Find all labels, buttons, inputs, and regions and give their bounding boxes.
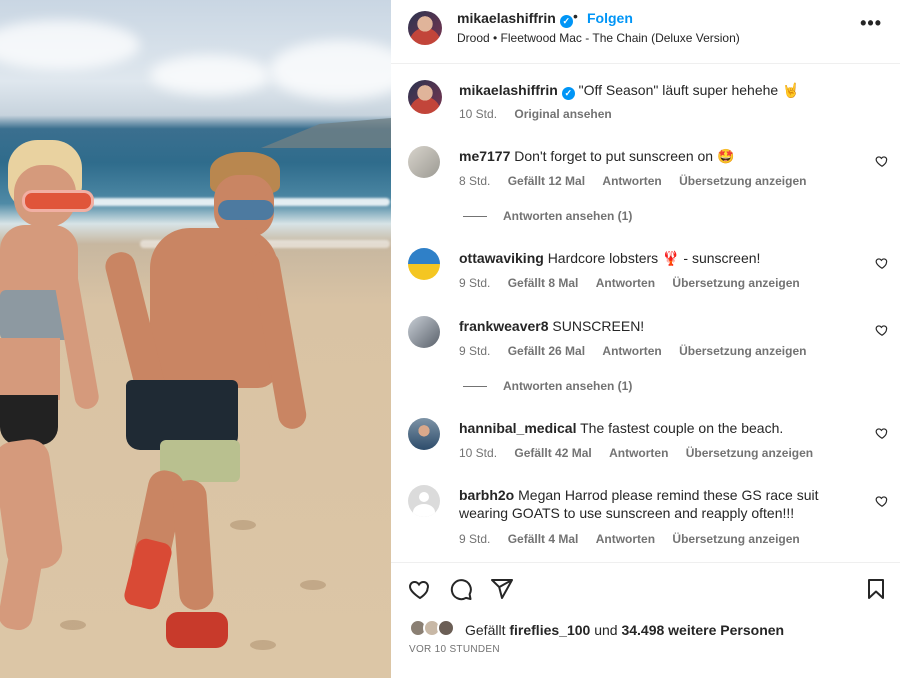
author-username-text[interactable]: mikaelashiffrin [457, 10, 556, 26]
post-actions [391, 562, 900, 678]
comment-heart-icon[interactable] [875, 154, 889, 168]
comment-username[interactable]: barbh2o [459, 487, 514, 503]
view-replies-button[interactable]: Antworten ansehen (1) [463, 209, 632, 223]
comment-meta: 8 Std. Gefällt 12 Mal Antworten Übersetz… [459, 174, 820, 188]
replies-line [463, 386, 487, 388]
see-original-link[interactable]: Original ansehen [514, 107, 611, 121]
comment-avatar[interactable] [408, 418, 440, 450]
footprint [60, 620, 86, 630]
view-replies-label[interactable]: Antworten ansehen (1) [503, 209, 632, 223]
post-timestamp: VOR 10 STUNDEN [409, 644, 500, 655]
comment-time: 9 Std. [459, 344, 491, 358]
comment-heart-icon[interactable] [875, 256, 889, 270]
avatar-body [413, 504, 435, 517]
audio-track[interactable]: Drood • Fleetwood Mac - The Chain (Delux… [457, 31, 740, 45]
bookmark-icon[interactable] [864, 577, 888, 601]
liker-username[interactable]: fireflies_100 [509, 622, 590, 638]
translate-button[interactable]: Übersetzung anzeigen [672, 276, 799, 290]
comment-username[interactable]: hannibal_medical [459, 420, 576, 436]
comment-avatar[interactable] [408, 146, 440, 178]
likes-summary[interactable]: Gefällt fireflies_100 und 34.498 weitere… [465, 622, 784, 638]
comment-body: Don't forget to put sunscreen on 🤩 [514, 148, 735, 164]
cloud [150, 55, 270, 95]
translate-button[interactable]: Übersetzung anzeigen [679, 344, 806, 358]
caption-meta: 10 Std. Original ansehen [459, 107, 626, 121]
reply-button[interactable]: Antworten [596, 532, 655, 546]
caption-avatar[interactable] [408, 80, 442, 114]
view-replies-label[interactable]: Antworten ansehen (1) [503, 379, 632, 393]
view-replies-button[interactable]: Antworten ansehen (1) [463, 379, 632, 393]
comment-likes[interactable]: Gefällt 12 Mal [508, 174, 585, 188]
translate-button[interactable]: Übersetzung anzeigen [686, 446, 813, 460]
comment-likes[interactable]: Gefällt 42 Mal [514, 446, 591, 460]
reply-button[interactable]: Antworten [602, 174, 661, 188]
comment-body: SUNSCREEN! [552, 318, 645, 334]
comment-likes[interactable]: Gefällt 8 Mal [508, 276, 579, 290]
more-options-icon[interactable]: ••• [860, 13, 882, 34]
liker-avatar [437, 619, 455, 637]
comment-heart-icon[interactable] [875, 323, 889, 337]
comment-meta: 9 Std. Gefällt 4 Mal Antworten Übersetzu… [459, 532, 814, 546]
cloud [270, 40, 391, 100]
likes-count[interactable]: 34.498 weitere Personen [621, 622, 784, 638]
post-header: mikaelashiffrin ✓ • Folgen Drood • Fleet… [391, 0, 900, 64]
comment-username[interactable]: ottawaviking [459, 250, 544, 266]
comment-time: 10 Std. [459, 446, 498, 460]
reply-button[interactable]: Antworten [609, 446, 668, 460]
post-media-photo[interactable] [0, 0, 391, 678]
footprint [300, 580, 326, 590]
cloud [0, 20, 140, 70]
comment-time: 9 Std. [459, 532, 491, 546]
comment-meta: 9 Std. Gefällt 26 Mal Antworten Übersetz… [459, 344, 820, 358]
translate-button[interactable]: Übersetzung anzeigen [679, 174, 806, 188]
comment-meta: 10 Std. Gefällt 42 Mal Antworten Überset… [459, 446, 827, 460]
comment-heart-icon[interactable] [875, 426, 889, 440]
verified-badge-icon: ✓ [561, 87, 575, 100]
comment-icon[interactable] [449, 577, 473, 601]
comment-text: barbh2o Megan Harrod please remind these… [459, 486, 839, 522]
post-panel: mikaelashiffrin ✓ • Folgen Drood • Fleet… [391, 0, 900, 678]
replies-line [463, 216, 487, 218]
comment-time: 8 Std. [459, 174, 491, 188]
comment-meta: 9 Std. Gefällt 8 Mal Antworten Übersetzu… [459, 276, 814, 290]
comment-text: me7177 Don't forget to put sunscreen on … [459, 147, 839, 165]
mountain [261, 118, 391, 148]
separator-dot: • [573, 8, 578, 24]
share-icon[interactable] [490, 577, 514, 601]
author-username[interactable]: mikaelashiffrin ✓ [457, 10, 573, 28]
comment-heart-icon[interactable] [875, 494, 889, 508]
comment-avatar[interactable] [408, 248, 440, 280]
comment-text: frankweaver8 SUNSCREEN! [459, 317, 839, 335]
comment-avatar[interactable] [408, 316, 440, 348]
comment-likes[interactable]: Gefällt 4 Mal [508, 532, 579, 546]
comment-text: ottawaviking Hardcore lobsters 🦞 - sunsc… [459, 249, 839, 267]
avatar-head [419, 492, 429, 502]
caption-body: "Off Season" läuft super hehehe 🤘 [578, 82, 800, 98]
comment-likes[interactable]: Gefällt 26 Mal [508, 344, 585, 358]
likes-and: und [594, 622, 618, 638]
comment-username[interactable]: frankweaver8 [459, 318, 549, 334]
comment-body: The fastest couple on the beach. [580, 420, 784, 436]
reply-button[interactable]: Antworten [602, 344, 661, 358]
comments-list[interactable]: mikaelashiffrin ✓ "Off Season" läuft sup… [391, 64, 900, 562]
default-avatar-icon[interactable] [408, 485, 440, 517]
comment-time: 9 Std. [459, 276, 491, 290]
follow-button[interactable]: Folgen [587, 10, 633, 26]
comment-text: hannibal_medical The fastest couple on t… [459, 419, 839, 437]
reply-button[interactable]: Antworten [596, 276, 655, 290]
verified-badge-icon: ✓ [559, 15, 573, 28]
footprint [230, 520, 256, 530]
comment-body: Hardcore lobsters 🦞 - sunscreen! [547, 250, 761, 266]
comment-username[interactable]: me7177 [459, 148, 510, 164]
caption-username[interactable]: mikaelashiffrin [459, 82, 558, 98]
footprint [250, 640, 276, 650]
author-avatar[interactable] [408, 11, 442, 45]
heart-icon[interactable] [408, 577, 432, 601]
translate-button[interactable]: Übersetzung anzeigen [672, 532, 799, 546]
likes-prefix: Gefällt [465, 622, 506, 638]
caption-time: 10 Std. [459, 107, 498, 121]
caption-text: mikaelashiffrin ✓ "Off Season" läuft sup… [459, 81, 839, 100]
